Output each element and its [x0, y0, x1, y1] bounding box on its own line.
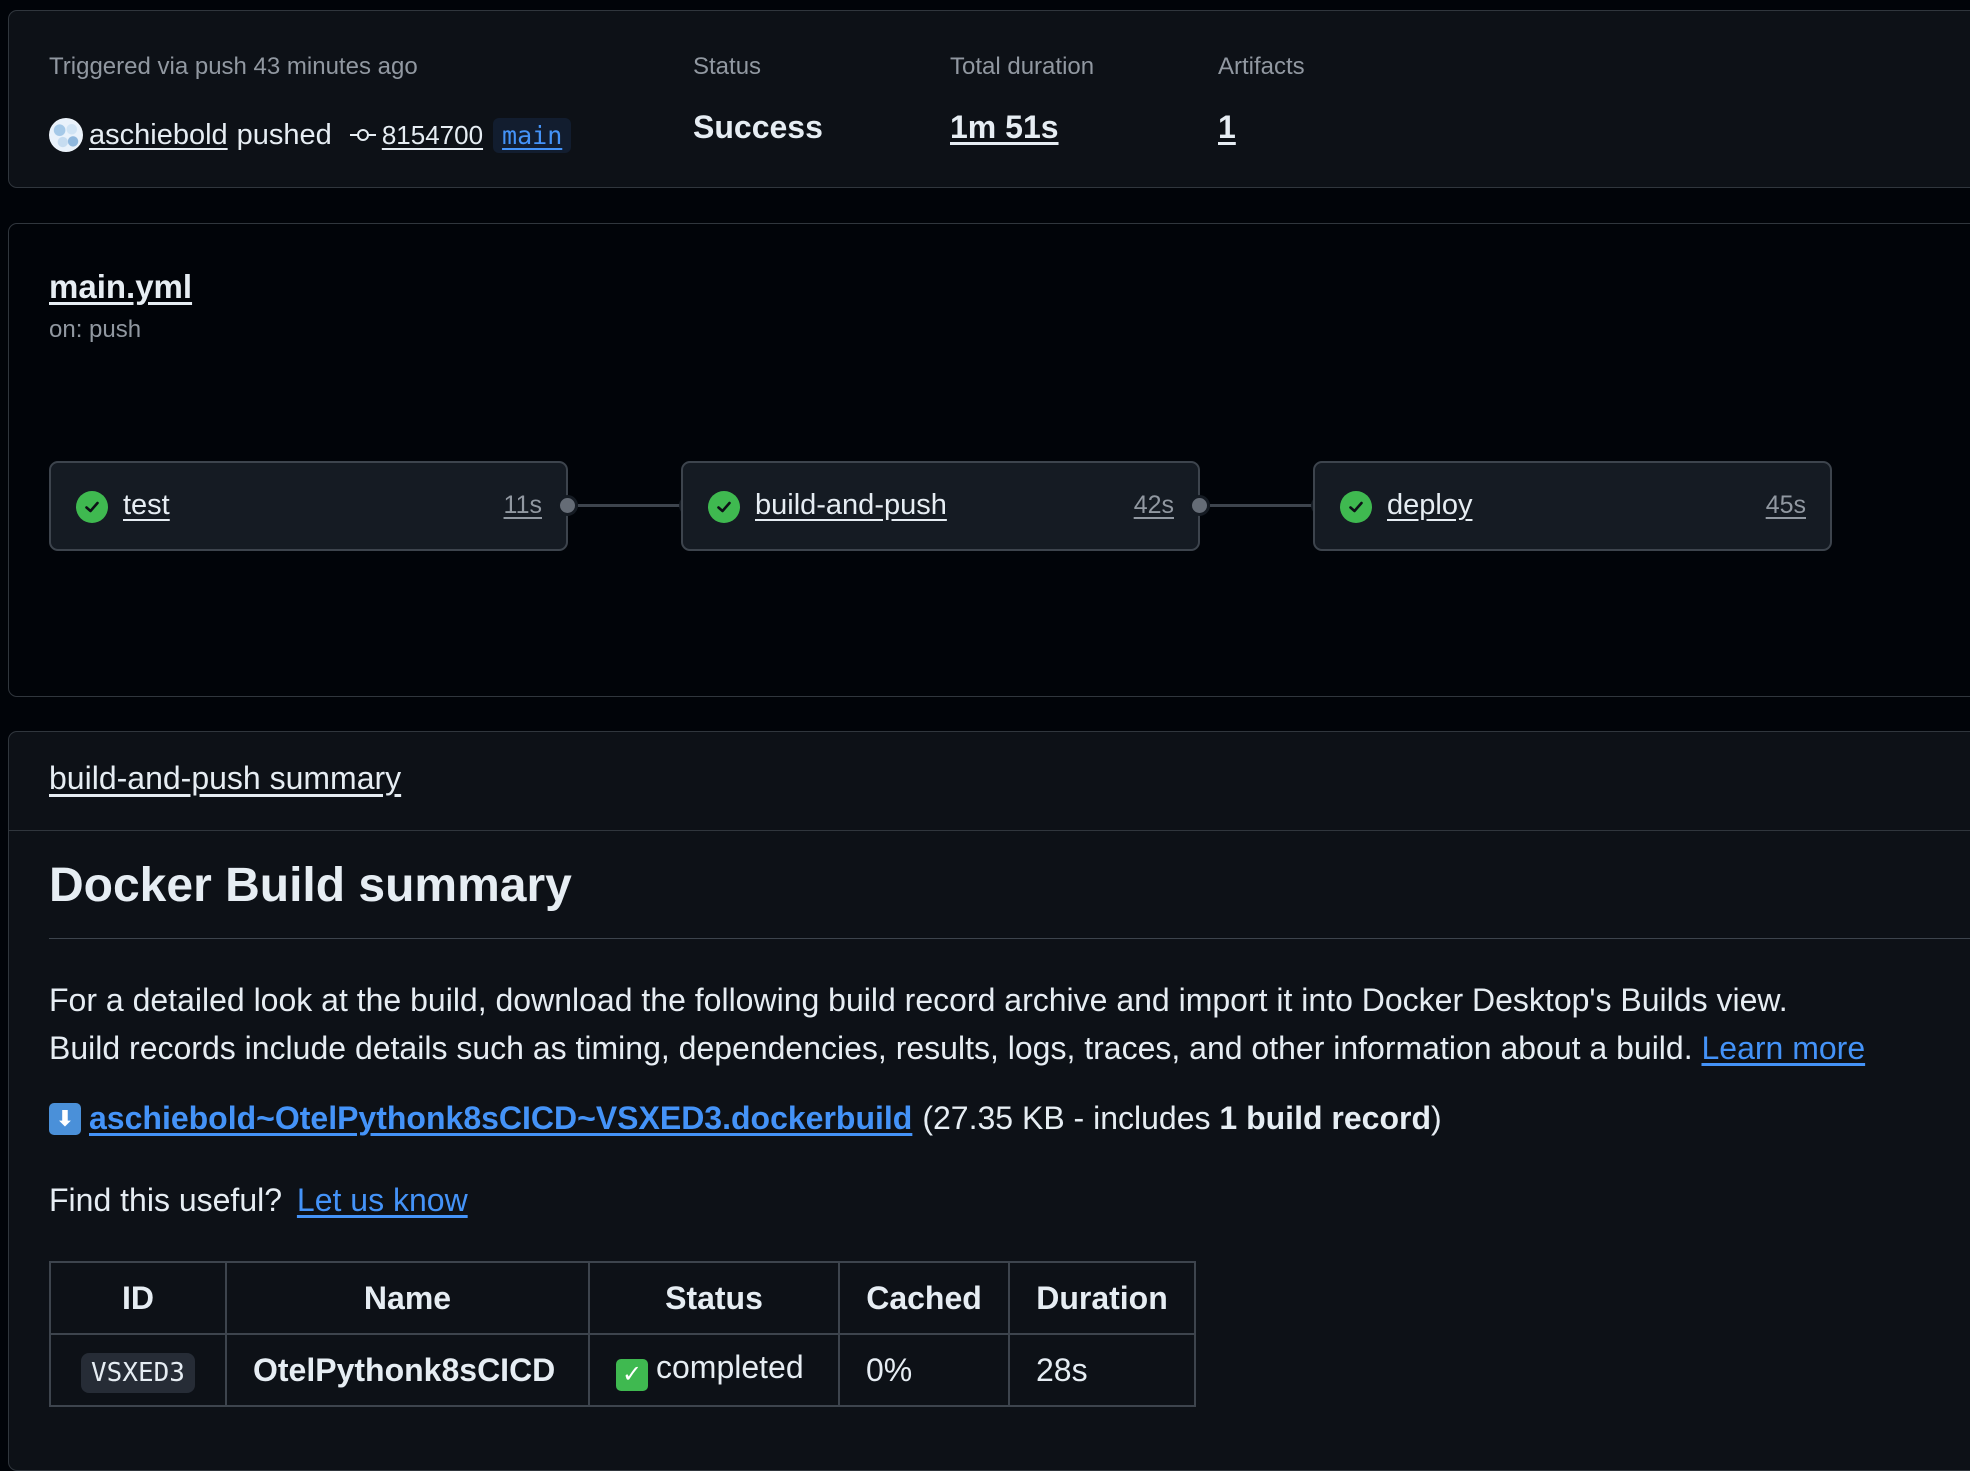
duration-label: Total duration — [950, 53, 1095, 80]
download-icon: ⬇ — [49, 1102, 81, 1135]
workflow-trigger: on: push — [49, 316, 142, 343]
feedback-row: Find this useful? Let us know — [49, 1182, 468, 1219]
summary-heading: Docker Build summary — [49, 859, 572, 912]
commit-link[interactable]: 8154700 — [382, 120, 483, 151]
col-name: Name — [225, 1261, 590, 1335]
actor-link[interactable]: aschiebold — [89, 119, 228, 152]
build-id-chip: VSXED3 — [81, 1352, 195, 1393]
job-deploy[interactable]: deploy 45s — [1313, 461, 1832, 551]
job-name[interactable]: deploy — [1387, 489, 1472, 522]
duration-value[interactable]: 1m 51s — [950, 109, 1059, 146]
table-row: VSXED3 OtelPythonk8sCICD ✓ completed 0% 2… — [49, 1333, 1196, 1407]
job-summary-card: build-and-push summary Docker Build summ… — [8, 731, 1970, 1471]
col-duration: Duration — [1008, 1261, 1196, 1335]
job-name[interactable]: test — [123, 489, 170, 522]
col-status: Status — [588, 1261, 840, 1335]
job-test[interactable]: test 11s — [49, 461, 568, 551]
graph-node-dot — [1189, 495, 1210, 516]
learn-more-link[interactable]: Learn more — [1701, 1030, 1865, 1066]
git-commit-icon — [349, 125, 376, 145]
col-cached: Cached — [838, 1261, 1010, 1335]
summary-description: For a detailed look at the build, downlo… — [49, 976, 1865, 1072]
success-check-icon — [76, 491, 108, 523]
job-duration[interactable]: 11s — [504, 491, 542, 520]
avatar[interactable] — [49, 118, 83, 152]
feedback-prompt: Find this useful? — [49, 1182, 283, 1218]
status-value: Success — [693, 109, 823, 145]
branch-label[interactable]: main — [493, 117, 572, 153]
job-connector — [578, 504, 688, 507]
run-summary-card: Triggered via push 43 minutes ago aschie… — [8, 10, 1970, 188]
status-label: Status — [693, 53, 762, 80]
cell-status: ✓ completed — [588, 1333, 840, 1407]
success-check-icon — [1340, 491, 1372, 523]
cell-duration: 28s — [1008, 1333, 1196, 1407]
success-check-icon — [708, 491, 740, 523]
workflow-file-link[interactable]: main.yml — [49, 268, 192, 306]
description-line-1: For a detailed look at the build, downlo… — [49, 982, 1788, 1018]
job-summary-title-link[interactable]: build-and-push summary — [49, 760, 401, 797]
push-action: pushed — [236, 118, 332, 151]
table-header-row: ID Name Status Cached Duration — [49, 1261, 1196, 1335]
cell-id: VSXED3 — [49, 1333, 227, 1407]
job-duration[interactable]: 45s — [1766, 491, 1806, 520]
job-connector — [1210, 504, 1320, 507]
workflow-graph-card: main.yml on: push test 11s build-and-pus… — [8, 223, 1970, 697]
job-build-and-push[interactable]: build-and-push 42s — [681, 461, 1200, 551]
build-record-download-link[interactable]: aschiebold~OtelPythonk8sCICD~VSXED3.dock… — [89, 1100, 912, 1137]
col-id: ID — [49, 1261, 227, 1335]
trigger-text: Triggered via push 43 minutes ago — [49, 53, 418, 80]
let-us-know-link[interactable]: Let us know — [297, 1182, 468, 1218]
job-duration[interactable]: 42s — [1134, 491, 1174, 520]
download-row: ⬇ aschiebold~OtelPythonk8sCICD~VSXED3.do… — [49, 1100, 1442, 1137]
push-info: aschiebold pushed 8154700 main — [49, 115, 572, 155]
artifacts-count[interactable]: 1 — [1218, 109, 1236, 146]
graph-node-dot — [557, 495, 578, 516]
heading-divider — [49, 938, 1970, 939]
download-meta: (27.35 KB - includes 1 build record) — [922, 1100, 1442, 1136]
description-line-2: Build records include details such as ti… — [49, 1030, 1866, 1066]
build-table: ID Name Status Cached Duration VSXED3 Ot… — [49, 1261, 1196, 1407]
cell-cached: 0% — [838, 1333, 1010, 1407]
job-summary-header: build-and-push summary — [9, 732, 1970, 831]
artifacts-label: Artifacts — [1218, 53, 1305, 80]
cell-name: OtelPythonk8sCICD — [225, 1333, 590, 1407]
job-name[interactable]: build-and-push — [755, 489, 947, 522]
completed-check-icon: ✓ — [616, 1358, 648, 1391]
